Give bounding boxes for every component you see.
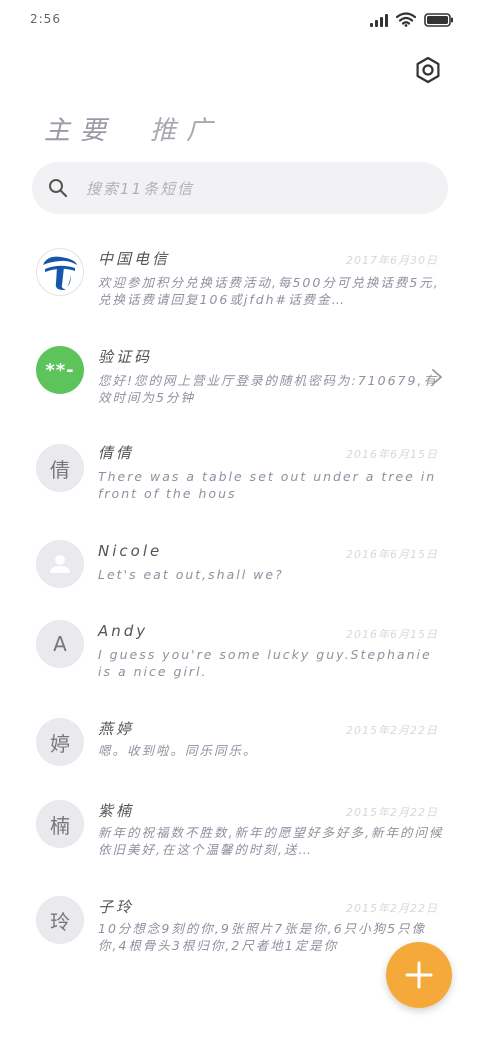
- status-bar: 2:56: [0, 0, 480, 40]
- tab-primary[interactable]: 主要: [44, 110, 116, 147]
- message-date: 2015年2月22日: [346, 806, 438, 819]
- avatar: **-: [36, 346, 84, 394]
- message-date: 2016年6月15日: [346, 448, 438, 461]
- sender-name: 紫楠: [98, 802, 135, 820]
- wifi-icon: [396, 12, 416, 27]
- status-time: 2:56: [30, 12, 61, 26]
- message-preview: 新年的祝福数不胜数,新年的愿望好多好多,新年的问候依旧美好,在这个温馨的时刻,送…: [98, 825, 444, 857]
- sms-app-screen: 2:56 主要 推广 搜索11条短信 中国电信 2017年6月30日 欢迎参加积…: [0, 0, 480, 1040]
- tab-promotions[interactable]: 推广: [150, 110, 222, 147]
- sender-name: 中国电信: [98, 250, 171, 268]
- message-preview: 欢迎参加积分兑换话费活动,每500分可兑换话费5元,兑换话费请回复106或jfd…: [98, 275, 440, 307]
- message-date: 2017年6月30日: [346, 254, 438, 267]
- message-date: 2015年2月22日: [346, 902, 438, 915]
- message-preview: 嗯。收到啦。同乐同乐。: [98, 743, 258, 758]
- message-preview: I guess you're some lucky guy.Stephanie …: [98, 647, 432, 679]
- message-preview: Let's eat out,shall we?: [98, 567, 284, 582]
- message-date: 2015年2月22日: [346, 724, 438, 737]
- avatar: 楠: [36, 800, 84, 848]
- sender-name: 燕婷: [98, 720, 135, 738]
- person-icon: [50, 555, 70, 573]
- avatar: [36, 540, 84, 588]
- chevron-right-icon: [432, 369, 443, 385]
- sender-name: Andy: [98, 622, 149, 640]
- sender-name: 子玲: [98, 898, 135, 916]
- avatar: 倩: [36, 444, 84, 492]
- search-placeholder: 搜索11条短信: [86, 179, 195, 198]
- sender-name: Nicole: [98, 542, 163, 560]
- avatar: A: [36, 620, 84, 668]
- message-preview: 10分想念9刻的你,9张照片7张是你,6只小狗5只像你,4根骨头3根归你,2尺者…: [98, 921, 427, 953]
- battery-icon: [424, 12, 454, 27]
- message-date: 2016年6月15日: [346, 628, 438, 641]
- settings-icon: [416, 56, 440, 84]
- new-message-button[interactable]: [386, 942, 452, 1008]
- sender-name: 倩倩: [98, 444, 135, 462]
- china-telecom-logo-icon: [43, 256, 77, 290]
- avatar: 玲: [36, 896, 84, 944]
- message-preview: 您好!您的网上营业厅登录的随机密码为:710679,有效时间为5分钟: [98, 373, 438, 405]
- search-icon: [49, 179, 68, 198]
- plus-icon: [405, 961, 433, 989]
- category-tabs: 主要 推广: [44, 110, 222, 147]
- message-date: 2016年6月15日: [346, 548, 438, 561]
- avatar: 婷: [36, 718, 84, 766]
- status-icons: [370, 12, 454, 27]
- message-preview: There was a table set out under a tree i…: [98, 469, 437, 501]
- avatar: [36, 248, 84, 296]
- settings-button[interactable]: [414, 56, 442, 84]
- search-bar[interactable]: 搜索11条短信: [32, 162, 448, 214]
- signal-icon: [370, 13, 388, 27]
- sender-name: 验证码: [98, 348, 153, 366]
